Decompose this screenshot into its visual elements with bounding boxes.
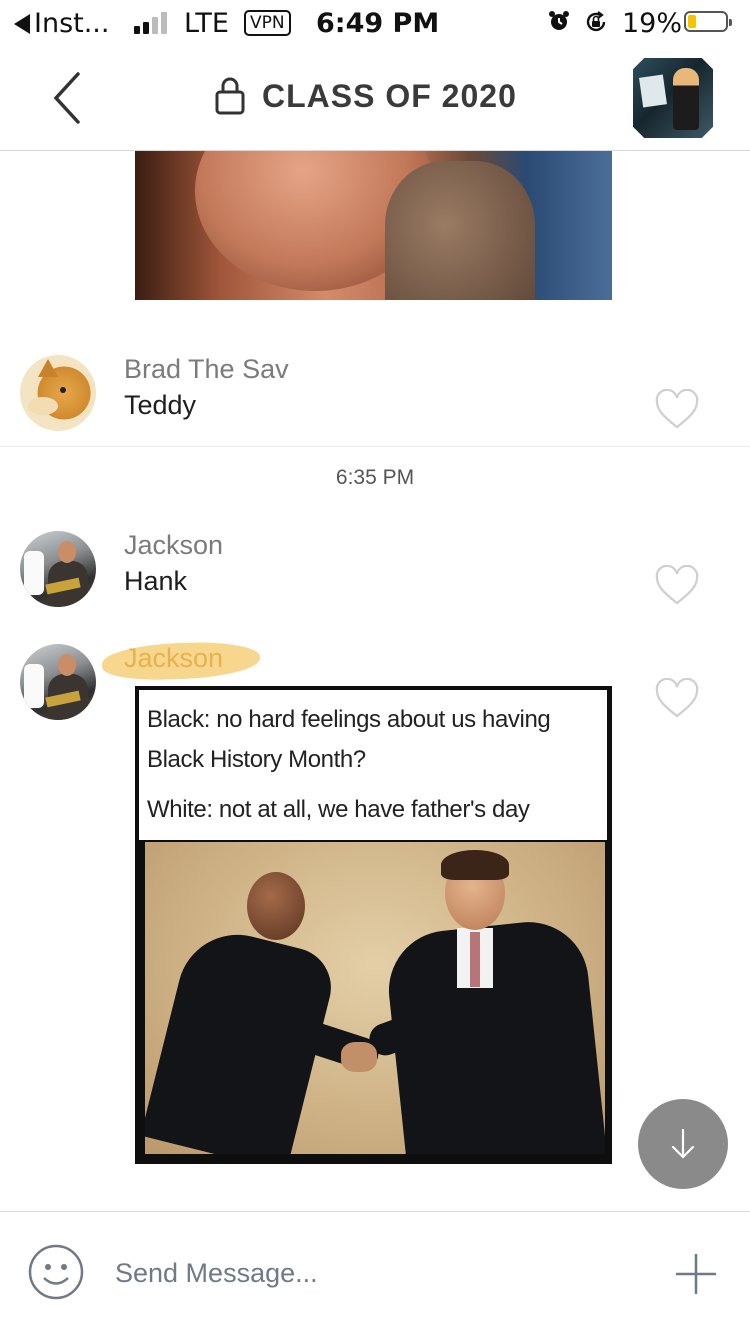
- back-to-app[interactable]: Inst...: [14, 8, 109, 39]
- message-text: Hank: [124, 566, 188, 596]
- heart-icon[interactable]: [654, 565, 700, 607]
- message-list[interactable]: Brad The Sav Teddy 6:35 PM Jackson Hank …: [0, 151, 750, 1211]
- meme-photo: [145, 842, 605, 1154]
- clock: 6:49 PM: [316, 8, 440, 39]
- meme-image[interactable]: Black: no hard feelings about us having …: [135, 686, 612, 1164]
- chat-title[interactable]: CLASS OF 2020: [214, 76, 517, 116]
- vpn-badge: VPN: [244, 10, 291, 36]
- arrow-down-icon: [671, 1128, 695, 1159]
- message-timestamp: 6:35 PM: [335, 466, 415, 489]
- message-sender: Jackson: [124, 643, 224, 673]
- message-sender: Brad The Sav: [124, 354, 289, 384]
- meme-caption-line: White: not at all, we have father's day: [147, 796, 530, 823]
- page-title: CLASS OF 2020: [262, 77, 517, 114]
- battery-fill: [688, 15, 696, 28]
- back-triangle-icon: [14, 13, 30, 34]
- meme-caption-line: Black: no hard feelings about us having: [147, 706, 551, 733]
- heart-icon[interactable]: [654, 389, 700, 431]
- shared-photo[interactable]: [135, 151, 612, 300]
- message-composer: [0, 1211, 750, 1335]
- back-chevron-icon[interactable]: [48, 70, 88, 126]
- message-input[interactable]: [115, 1250, 635, 1296]
- emoji-icon[interactable]: [28, 1244, 84, 1300]
- lock-icon: [215, 77, 245, 115]
- group-avatar[interactable]: [633, 58, 713, 138]
- battery-icon: [684, 11, 732, 32]
- back-app-label: Inst...: [34, 8, 110, 39]
- jackson-avatar[interactable]: [20, 644, 96, 720]
- status-bar: Inst... LTE VPN 6:49 PM 19%: [0, 0, 750, 46]
- chat-header: CLASS OF 2020: [0, 46, 750, 151]
- message-sender: Jackson: [124, 530, 224, 560]
- meme-caption-line: Black History Month?: [147, 746, 366, 773]
- scroll-to-bottom-button[interactable]: [638, 1099, 728, 1189]
- alarm-icon: [549, 11, 569, 30]
- doge-avatar[interactable]: [20, 355, 96, 431]
- rotation-lock-icon: [586, 11, 606, 32]
- divider: [0, 446, 750, 447]
- signal-icon: [134, 12, 167, 34]
- meme-caption: Black: no hard feelings about us having …: [139, 690, 607, 840]
- battery-percent: 19%: [622, 8, 683, 39]
- message-text: Teddy: [124, 390, 197, 420]
- plus-icon[interactable]: [674, 1252, 718, 1296]
- network-type: LTE: [184, 8, 229, 39]
- heart-icon[interactable]: [654, 678, 700, 720]
- jackson-avatar[interactable]: [20, 531, 96, 607]
